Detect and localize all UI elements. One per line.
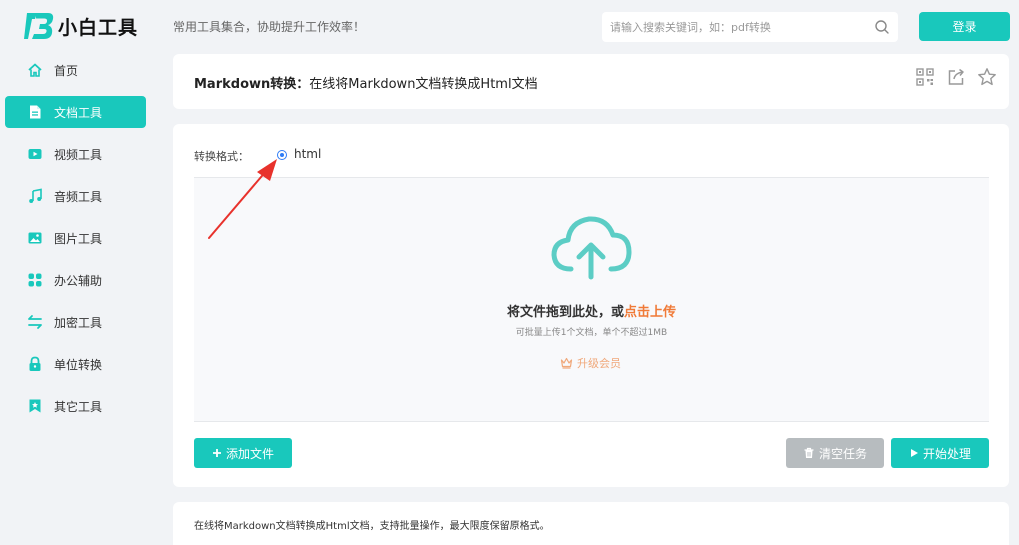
sidebar-item-label: 视频工具	[54, 147, 103, 162]
bookmark-icon	[27, 398, 43, 414]
sidebar-item-encryption[interactable]: 加密工具	[5, 306, 146, 338]
sidebar-item-home[interactable]: 首页	[5, 54, 146, 86]
sidebar-item-label: 首页	[54, 63, 79, 78]
home-icon	[27, 62, 43, 78]
click-upload-link[interactable]: 点击上传	[624, 305, 676, 320]
tool-name: Markdown转换	[194, 77, 297, 92]
lock-icon	[27, 356, 43, 372]
share-icon[interactable]	[946, 67, 966, 87]
swap-arrows-icon	[27, 314, 43, 330]
plus-icon	[212, 448, 222, 458]
sidebar-item-label: 音频工具	[54, 189, 103, 204]
cloud-upload-icon	[551, 216, 632, 280]
sidebar-item-video[interactable]: 视频工具	[5, 138, 146, 170]
brand-name: 小白工具	[58, 16, 139, 39]
tool-description: 在线将Markdown文档转换成Html文档	[309, 77, 538, 92]
annotation-arrow	[208, 159, 277, 239]
play-icon	[909, 448, 919, 458]
logo[interactable]: 小白工具	[24, 10, 138, 42]
sidebar-item-image[interactable]: 图片工具	[5, 222, 146, 254]
sidebar-item-label: 其它工具	[54, 399, 103, 414]
search-icon[interactable]	[874, 19, 890, 35]
qrcode-icon[interactable]	[915, 67, 935, 87]
converter-card: 转换格式： html 将文件拖到此处，或点击上传 可批量上传1个文档，单个不超过…	[173, 124, 1009, 487]
sidebar-item-documents[interactable]: 文档工具	[5, 96, 146, 128]
sidebar: 首页 文档工具 视频工具 音频工具 图片工具 办公辅助 加密工具 单位转换 其它…	[5, 54, 146, 432]
tool-title-card: Markdown转换：在线将Markdown文档转换成Html文档	[173, 54, 1009, 109]
upload-dropzone[interactable]: 将文件拖到此处，或点击上传 可批量上传1个文档，单个不超过1MB 升级会员	[194, 177, 989, 422]
header: 小白工具 常用工具集合，协助提升工作效率！ 登录	[0, 0, 1019, 54]
sidebar-item-office[interactable]: 办公辅助	[5, 264, 146, 296]
page-title: Markdown转换：在线将Markdown文档转换成Html文档	[194, 73, 538, 92]
document-icon	[27, 104, 43, 120]
start-processing-label: 开始处理	[922, 446, 971, 461]
add-file-label: 添加文件	[225, 446, 274, 461]
image-icon	[27, 230, 43, 246]
logo-icon	[24, 13, 54, 39]
grid-icon	[27, 272, 43, 288]
add-file-button[interactable]: 添加文件	[194, 438, 292, 468]
sidebar-item-audio[interactable]: 音频工具	[5, 180, 146, 212]
drop-instructions: 将文件拖到此处，或点击上传	[194, 301, 989, 320]
trash-icon	[803, 447, 815, 459]
sidebar-item-other[interactable]: 其它工具	[5, 390, 146, 422]
clear-tasks-label: 清空任务	[818, 446, 867, 461]
star-icon[interactable]	[977, 67, 997, 87]
upload-limit-text: 可批量上传1个文档，单个不超过1MB	[515, 328, 668, 338]
sidebar-item-label: 图片工具	[54, 231, 103, 246]
search-input[interactable]	[610, 20, 870, 34]
slogan: 常用工具集合，协助提升工作效率！	[173, 20, 366, 34]
sidebar-item-label: 单位转换	[54, 357, 103, 372]
drop-text: 将文件拖到此处，或	[506, 305, 624, 320]
music-note-icon	[27, 188, 43, 204]
sidebar-item-unit-conversion[interactable]: 单位转换	[5, 348, 146, 380]
login-button[interactable]: 登录	[919, 12, 1010, 41]
sidebar-item-label: 办公辅助	[54, 273, 103, 288]
description-card: 在线将Markdown文档转换成Html文档，支持批量操作，最大限度保留原格式。	[173, 502, 1009, 545]
title-separator: ：	[296, 77, 310, 92]
title-actions	[904, 67, 997, 87]
upgrade-vip-link[interactable]: 升级会员	[560, 355, 621, 371]
tool-long-description: 在线将Markdown文档转换成Html文档，支持批量操作，最大限度保留原格式。	[194, 521, 550, 532]
start-processing-button[interactable]: 开始处理	[891, 438, 989, 468]
sidebar-item-label: 加密工具	[54, 315, 103, 330]
upgrade-label: 升级会员	[577, 357, 621, 370]
search-box[interactable]	[602, 12, 898, 42]
format-option-label[interactable]: html	[294, 147, 321, 161]
clear-tasks-button[interactable]: 清空任务	[786, 438, 884, 468]
sidebar-item-label: 文档工具	[54, 105, 103, 120]
video-icon	[27, 146, 43, 162]
crown-icon	[560, 357, 573, 369]
